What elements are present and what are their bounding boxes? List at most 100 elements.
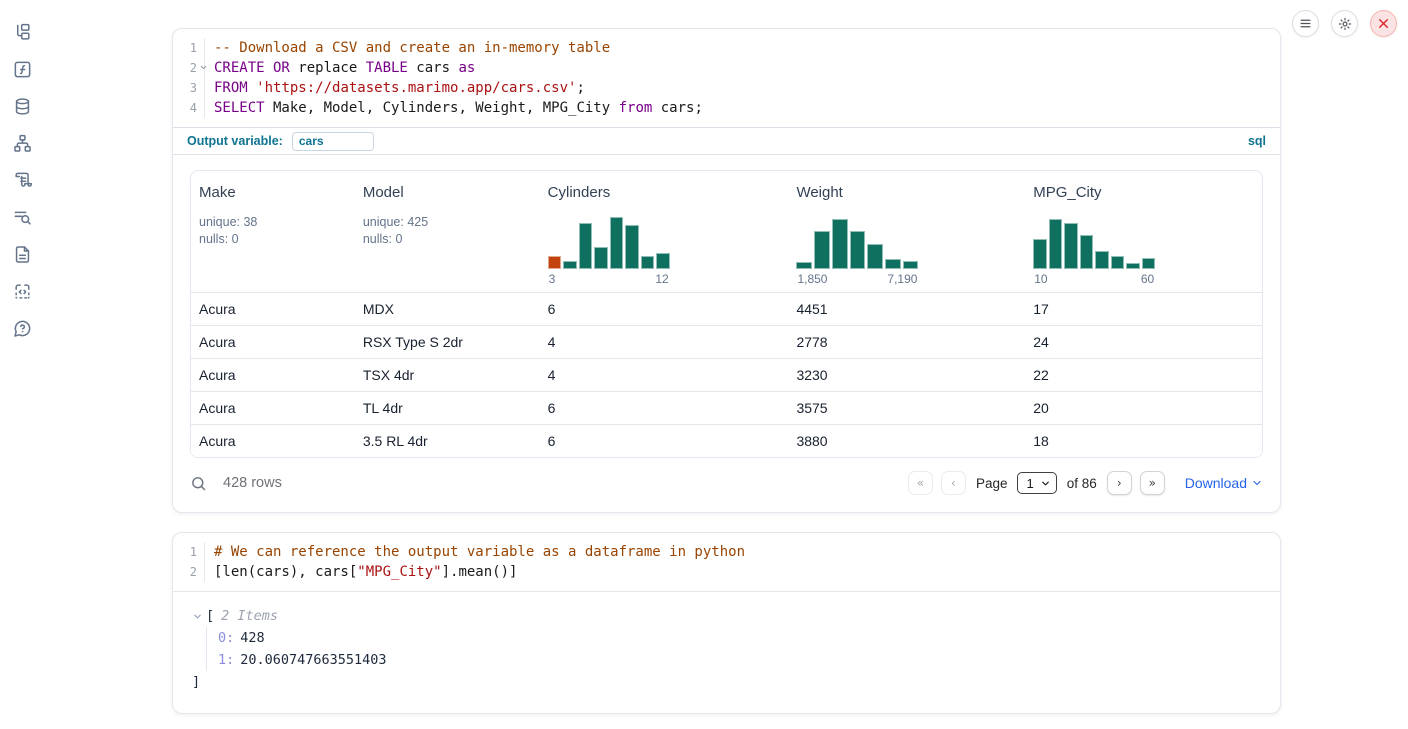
column-stat: nulls: 0 [363,231,532,248]
download-menu[interactable]: Download [1185,475,1263,491]
total-pages-label: of 86 [1067,476,1097,491]
column-histogram: 3 12 [548,215,670,286]
table-cell: 6 [540,301,789,317]
table-cell: MDX [355,301,540,317]
axis-max-label: 7,190 [887,272,917,286]
shutdown-button[interactable] [1370,10,1397,37]
column-stat: unique: 425 [363,214,532,231]
histogram-bar [579,223,593,269]
histogram-bar [548,256,562,269]
table-cell: 4 [540,334,789,350]
last-page-button[interactable]: » [1140,471,1165,495]
histogram-bar [563,261,577,269]
column-header-cylinders[interactable]: Cylinders312 [540,171,789,292]
tree-entry-key: 0: [218,630,234,646]
table-cell: TL 4dr [355,400,540,416]
code-text: SELECT Make, Model, Cylinders, Weight, M… [205,98,703,118]
column-title: Model [363,184,532,201]
table-cell: TSX 4dr [355,367,540,383]
help-icon[interactable] [11,317,33,339]
page-select-value: 1 [1026,476,1033,491]
python-code-editor[interactable]: 1# We can reference the output variable … [173,533,1280,591]
line-number-gutter: 1 [173,542,205,562]
tree-close-bracket: ] [192,671,1261,693]
search-icon [190,475,207,492]
table-cell: 17 [1025,301,1262,317]
page-label: Page [976,476,1008,491]
output-variable-input[interactable] [292,132,374,151]
axis-min-label: 10 [1034,272,1047,286]
next-page-button[interactable]: › [1107,471,1132,495]
column-histogram: 1060 [1033,215,1155,286]
tree-open-bracket: [ [206,608,214,624]
scratchpad-icon[interactable] [11,169,33,191]
table-row: Acura3.5 RL 4dr6388018 [191,424,1262,457]
histogram-bar [885,259,901,269]
histogram-bar [903,261,919,269]
column-header-make[interactable]: Makeunique: 38nulls: 0 [191,171,355,292]
search-button[interactable] [190,475,207,492]
tree-entry-key: 1: [218,652,234,668]
histogram-bars [1033,215,1155,269]
line-number: 2 [190,565,197,579]
histogram-bar [1126,263,1140,269]
line-number-gutter: 2 [173,562,205,582]
tree-entry: 0: 428 [218,627,1261,649]
logs-icon[interactable] [11,206,33,228]
code-line: 2[len(cars), cars["MPG_City"].mean()] [173,562,1280,582]
tree-children: 0: 428 1: 20.060747663551403 [206,627,1261,671]
table-cell: Acura [191,367,355,383]
histogram-axis: 3 12 [548,272,670,286]
axis-max-label: 12 [655,272,668,286]
page-select[interactable]: 1 [1017,472,1056,494]
axis-min-label: 3 [549,272,556,286]
histogram-axis: 1,8507,190 [796,272,918,286]
histogram-bar [1064,223,1078,269]
histogram-bar [594,247,608,269]
menu-button[interactable] [1292,10,1319,37]
line-number: 2 [190,61,197,75]
tree-items-count: 2 Items [221,608,278,624]
histogram-axis: 1060 [1033,272,1155,286]
notebook: 1-- Download a CSV and create an in-memo… [172,28,1281,714]
table-cell: 20 [1025,400,1262,416]
code-line: 1# We can reference the output variable … [173,542,1280,562]
histogram-bar [1080,235,1094,269]
table-cell: Acura [191,433,355,449]
output-variable-label: Output variable: [187,134,283,148]
datasources-icon[interactable] [11,95,33,117]
column-stat: unique: 38 [199,214,347,231]
table-cell: 6 [540,433,789,449]
first-page-button[interactable]: « [908,471,933,495]
settings-button[interactable] [1331,10,1358,37]
download-label: Download [1185,475,1247,491]
row-count: 428 rows [223,475,282,491]
table-cell: 2778 [788,334,1025,350]
file-explorer-icon[interactable] [11,21,33,43]
table-row: AcuraTL 4dr6357520 [191,391,1262,424]
code-line: 2CREATE OR replace TABLE cars as [173,58,1280,78]
histogram-bar [641,256,655,269]
snippets-icon[interactable] [11,280,33,302]
close-icon [1377,17,1390,30]
table-cell: 3230 [788,367,1025,383]
tree-collapse-icon[interactable] [192,611,203,622]
python-output: [ 2 Items 0: 428 1: 20.060747663551403 ] [173,591,1280,713]
column-stat: nulls: 0 [199,231,347,248]
sql-code-editor[interactable]: 1-- Download a CSV and create an in-memo… [173,29,1280,127]
column-header-mpg_city[interactable]: MPG_City1060 [1025,171,1262,292]
tree-entry-value: 428 [240,630,264,646]
column-header-weight[interactable]: Weight 1,8507,190 [788,171,1025,292]
dependency-graph-icon[interactable] [11,132,33,154]
histogram-bar [1111,256,1125,269]
tree-entry-value: 20.060747663551403 [240,652,386,668]
table-cell: Acura [191,400,355,416]
fold-indicator-icon[interactable] [199,63,208,72]
variables-icon[interactable] [11,58,33,80]
column-title: Weight [796,184,1017,201]
table-cell: 3880 [788,433,1025,449]
line-number: 4 [190,101,197,115]
column-header-model[interactable]: Model unique: 425nulls: 0 [355,171,540,292]
previous-page-button[interactable]: ‹ [941,471,966,495]
documentation-icon[interactable] [11,243,33,265]
